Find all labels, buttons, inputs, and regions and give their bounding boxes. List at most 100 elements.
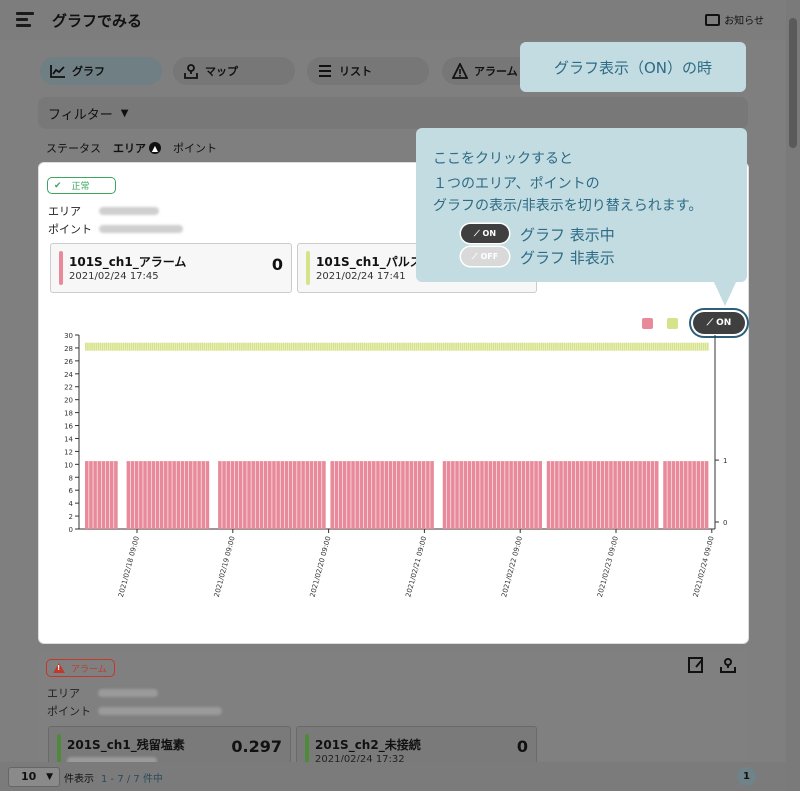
- y-tick-label: 14: [64, 435, 73, 443]
- pulse-bar: [702, 342, 705, 351]
- caret-down-icon: ▼: [120, 107, 129, 119]
- pulse-bar: [654, 342, 657, 351]
- bar: [293, 461, 297, 529]
- pulse-bar: [684, 342, 686, 351]
- status-badge-alarm: アラーム: [46, 659, 115, 677]
- tab-list[interactable]: リスト: [307, 57, 429, 85]
- page-size-value: 10: [21, 770, 37, 783]
- page-button[interactable]: 1: [737, 767, 756, 786]
- sort-point[interactable]: ポイント: [173, 140, 217, 156]
- pulse-bar: [197, 342, 199, 351]
- bar: [484, 461, 488, 529]
- filter-bar[interactable]: フィルター ▼: [38, 97, 748, 129]
- pulse-bar: [301, 342, 303, 351]
- bar: [480, 461, 484, 529]
- pulse-bar: [388, 342, 391, 351]
- y-tick-label: 22: [64, 384, 73, 392]
- pulse-bar: [276, 342, 279, 351]
- chat-bubble-icon: [705, 13, 721, 26]
- pulse-bar: [157, 342, 160, 351]
- notice-label: お知らせ: [724, 16, 764, 27]
- pulse-bar: [528, 342, 530, 351]
- page-size-select[interactable]: 10 ▼: [8, 767, 60, 787]
- pulse-bar: [211, 342, 214, 351]
- bar: [89, 461, 93, 529]
- bar: [405, 461, 409, 529]
- pulse-bar: [623, 342, 626, 351]
- pulse-bar: [694, 342, 697, 351]
- pulse-bar: [386, 342, 389, 351]
- pulse-bar: [646, 342, 649, 351]
- pulse-bar: [424, 342, 426, 351]
- pulse-bar: [449, 342, 451, 351]
- bar: [555, 461, 559, 529]
- chart-icon: [50, 65, 65, 78]
- pulse-bar: [243, 342, 245, 351]
- legend-chip-alarm-series[interactable]: [642, 318, 653, 329]
- bar: [363, 461, 368, 529]
- bar: [525, 461, 530, 529]
- bar: [388, 461, 393, 529]
- pulse-bar: [582, 342, 584, 351]
- bar: [700, 461, 705, 529]
- pulse-bar: [559, 342, 561, 351]
- bar: [451, 461, 455, 529]
- pulse-bar: [353, 342, 355, 351]
- sensor-name: 101S_ch1_パルス: [316, 255, 422, 269]
- pulse-bar: [137, 342, 139, 351]
- bar: [530, 461, 534, 529]
- scrollbar[interactable]: [786, 0, 800, 791]
- pulse-bar: [164, 342, 166, 351]
- sort-status[interactable]: ステータス: [46, 140, 101, 156]
- bar: [580, 461, 584, 529]
- bar: [297, 461, 301, 529]
- pulse-bar: [609, 342, 611, 351]
- pulse-bar: [590, 342, 593, 351]
- sort-area[interactable]: エリア ▲: [113, 140, 161, 156]
- sensor-tile[interactable]: 201S_ch1_残留塩素 0.297: [48, 726, 291, 766]
- map-pin-icon[interactable]: [719, 656, 737, 674]
- bar: [126, 461, 131, 529]
- hamburger-menu-icon[interactable]: [16, 12, 34, 27]
- scrollbar-thumb[interactable]: [789, 18, 797, 148]
- sensor-value: 0: [516, 737, 528, 756]
- bar: [692, 461, 696, 529]
- pulse-bar: [91, 342, 93, 351]
- pulse-bar: [178, 342, 181, 351]
- tab-map[interactable]: マップ: [173, 57, 295, 85]
- bar: [338, 461, 343, 529]
- tab-graph[interactable]: グラフ: [40, 57, 162, 85]
- bar: [588, 461, 592, 529]
- bar: [189, 461, 193, 529]
- pulse-bar: [461, 342, 464, 351]
- bar: [625, 461, 630, 529]
- pulse-bar: [471, 342, 474, 351]
- sort-row: ステータス エリア ▲ ポイント: [46, 140, 217, 156]
- pulse-bar: [228, 342, 231, 351]
- notice-button[interactable]: お知らせ: [705, 12, 764, 27]
- pulse-bar: [168, 342, 170, 351]
- sensor-tile[interactable]: 101S_ch1_アラーム 2021/02/24 17:45 0: [50, 243, 292, 293]
- pulse-bar: [596, 342, 599, 351]
- area-value-redacted: [99, 207, 159, 215]
- legend-chip-pulse-series[interactable]: [667, 318, 678, 329]
- bar: [139, 461, 143, 529]
- y-tick-label: 2: [69, 513, 73, 521]
- bar: [667, 461, 671, 529]
- pulse-bar: [280, 342, 283, 351]
- pulse-bar: [255, 342, 258, 351]
- sensor-value: 0: [271, 255, 283, 274]
- edit-note-icon[interactable]: [687, 656, 705, 674]
- pulse-bar: [677, 342, 680, 351]
- sensor-tile[interactable]: 201S_ch2_未接続 2021/02/24 17:32 0: [296, 726, 537, 766]
- pulse-bar: [640, 342, 643, 351]
- pulse-bar: [438, 342, 441, 351]
- pulse-bar: [648, 342, 651, 351]
- bar: [93, 461, 97, 529]
- graph-toggle-button[interactable]: ⟋ ON: [693, 312, 745, 334]
- pulse-bar: [513, 342, 516, 351]
- y-tick-label: 20: [64, 397, 73, 405]
- pulse-bar: [561, 342, 563, 351]
- pulse-bar: [241, 342, 243, 351]
- bar: [696, 461, 701, 529]
